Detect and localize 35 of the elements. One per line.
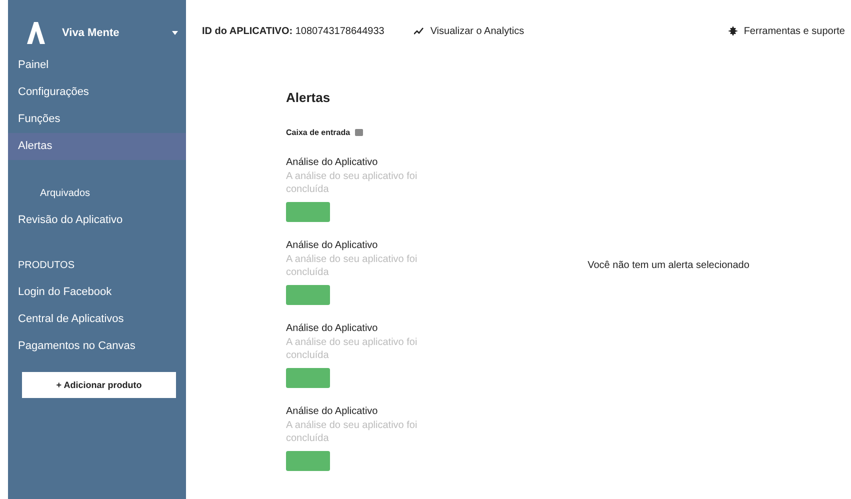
page-title: Alertas [286, 90, 332, 105]
inbox-icon [354, 127, 364, 137]
add-product-button[interactable]: + Adicionar produto [22, 372, 176, 398]
empty-message: Você não tem um alerta selecionado [588, 260, 750, 271]
sidebar-item[interactable]: Revisão do Aplicativo [8, 207, 186, 234]
status-badge [286, 202, 330, 222]
logo-icon [24, 21, 48, 45]
trend-line-icon [414, 26, 424, 36]
status-badge [286, 285, 330, 305]
alert-title[interactable]: Análise do Aplicativo [286, 323, 486, 334]
alert-body: A análise do seu aplicativo foi concluída [286, 253, 418, 279]
section-header: PRODUTOS [17, 259, 76, 273]
analytics-link[interactable]: Visualizar o Analytics [414, 26, 524, 36]
caret-icon[interactable] [172, 30, 178, 36]
sidebar-item[interactable]: Pagamentos no Canvas [8, 333, 186, 360]
sidebar-item[interactable]: Login do Facebook [8, 279, 186, 306]
inbox-label[interactable]: Caixa de entrada [286, 128, 350, 136]
status-badge [286, 368, 330, 388]
alert-body: A análise do seu aplicativo foi concluída [286, 336, 418, 362]
alert-body: A análise do seu aplicativo foi concluída [286, 419, 418, 445]
tools-link[interactable]: Ferramentas e suporte [728, 26, 845, 36]
sidebar-item[interactable]: Configurações [8, 79, 186, 106]
sidebar-item[interactable]: Painel [8, 52, 186, 79]
alert-body: A análise do seu aplicativo foi concluída [286, 170, 418, 196]
sidebar-item[interactable]: Alertas [8, 133, 186, 160]
sidebar-item[interactable]: Central de Aplicativos [8, 306, 186, 333]
alert-title[interactable]: Análise do Aplicativo [286, 406, 486, 417]
sidebar-item[interactable]: Arquivados [8, 180, 186, 207]
app-name[interactable]: Viva Mente [62, 27, 158, 39]
sidebar-item[interactable]: Funções [8, 106, 186, 133]
alert-title[interactable]: Análise do Aplicativo [286, 157, 486, 168]
app-id: ID do APLICATIVO: 1080743178644933 [202, 26, 384, 36]
gear-icon [728, 26, 738, 36]
alert-title[interactable]: Análise do Aplicativo [286, 240, 486, 251]
status-badge [286, 451, 330, 471]
